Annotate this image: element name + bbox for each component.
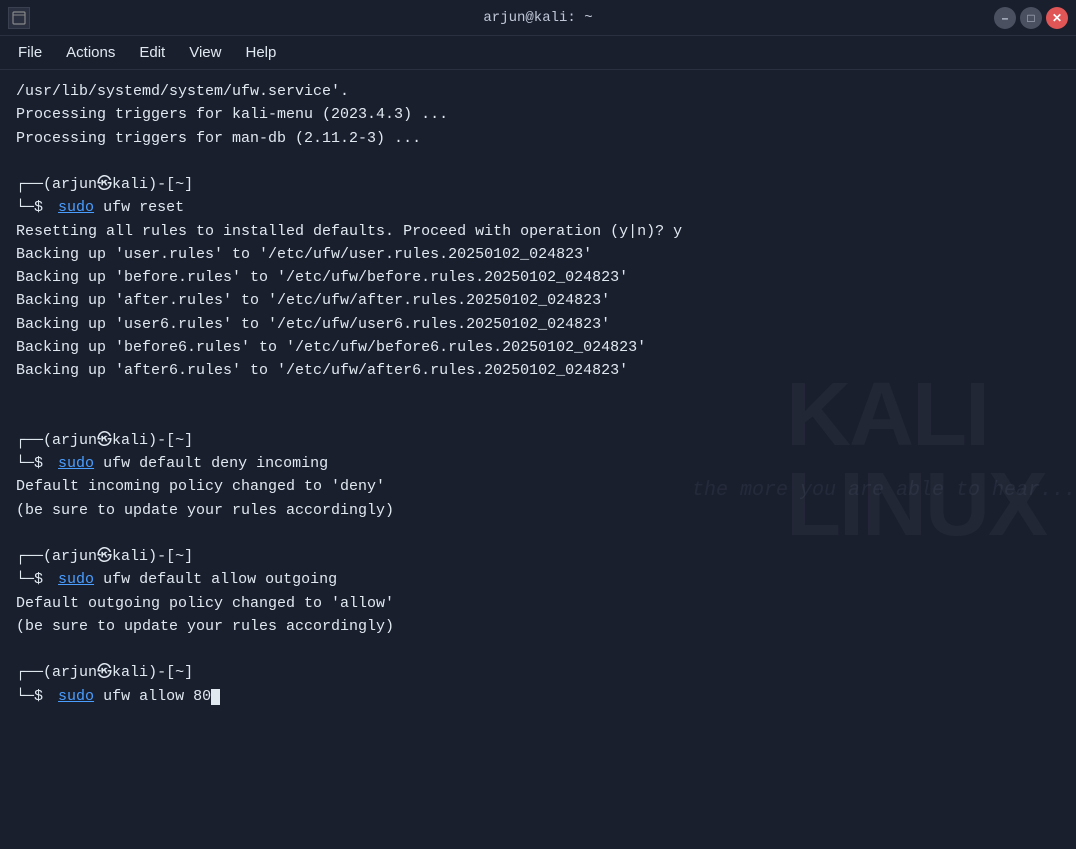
menu-actions[interactable]: Actions — [56, 40, 125, 65]
output-line: Backing up 'user.rules' to '/etc/ufw/use… — [16, 243, 1060, 266]
maximize-button[interactable]: □ — [1020, 7, 1042, 29]
empty-line — [16, 522, 1060, 545]
menu-edit[interactable]: Edit — [129, 40, 175, 65]
prompt-block: ┌──(arjun㉿kali)-[~] └─$ sudo ufw default… — [16, 545, 1060, 592]
terminal-window-icon — [8, 7, 30, 29]
output-line: Default incoming policy changed to 'deny… — [16, 475, 1060, 498]
prompt-command: └─$ sudo ufw reset — [16, 196, 1060, 219]
prompt-header: ┌──(arjun㉿kali)-[~] — [16, 173, 1060, 196]
menu-view[interactable]: View — [179, 40, 231, 65]
output-line: Default outgoing policy changed to 'allo… — [16, 592, 1060, 615]
menu-bar: File Actions Edit View Help — [0, 36, 1076, 70]
prompt-header: ┌──(arjun㉿kali)-[~] — [16, 429, 1060, 452]
output-line: Backing up 'before6.rules' to '/etc/ufw/… — [16, 336, 1060, 359]
output-line: Resetting all rules to installed default… — [16, 220, 1060, 243]
output-line: Processing triggers for man-db (2.11.2-3… — [16, 127, 1060, 150]
terminal-output[interactable]: KALILINUX the more you are able to hear.… — [0, 70, 1076, 849]
prompt-block-active: ┌──(arjun㉿kali)-[~] └─$ sudo ufw allow 8… — [16, 661, 1060, 708]
menu-file[interactable]: File — [8, 40, 52, 65]
close-button[interactable]: ✕ — [1046, 7, 1068, 29]
window-title: arjun@kali: ~ — [483, 10, 592, 26]
output-line: Backing up 'after.rules' to '/etc/ufw/af… — [16, 289, 1060, 312]
output-line: (be sure to update your rules accordingl… — [16, 499, 1060, 522]
window-controls: – □ ✕ — [994, 7, 1068, 29]
prompt-block: ┌──(arjun㉿kali)-[~] └─$ sudo ufw default… — [16, 429, 1060, 476]
prompt-block: ┌──(arjun㉿kali)-[~] └─$ sudo ufw reset — [16, 173, 1060, 220]
output-line: Backing up 'before.rules' to '/etc/ufw/b… — [16, 266, 1060, 289]
prompt-header: ┌──(arjun㉿kali)-[~] — [16, 661, 1060, 684]
output-line: Backing up 'user6.rules' to '/etc/ufw/us… — [16, 313, 1060, 336]
output-line: (be sure to update your rules accordingl… — [16, 615, 1060, 638]
menu-help[interactable]: Help — [235, 40, 286, 65]
empty-line — [16, 150, 1060, 173]
title-bar: arjun@kali: ~ – □ ✕ — [0, 0, 1076, 36]
output-line: Processing triggers for kali-menu (2023.… — [16, 103, 1060, 126]
output-line: /usr/lib/systemd/system/ufw.service'. — [16, 80, 1060, 103]
prompt-header: ┌──(arjun㉿kali)-[~] — [16, 545, 1060, 568]
minimize-button[interactable]: – — [994, 7, 1016, 29]
empty-line — [16, 382, 1060, 405]
empty-line — [16, 638, 1060, 661]
terminal-cursor — [211, 689, 220, 705]
prompt-command: └─$ sudo ufw default deny incoming — [16, 452, 1060, 475]
empty-line — [16, 406, 1060, 429]
prompt-command-active[interactable]: └─$ sudo ufw allow 80 — [16, 685, 1060, 708]
prompt-command: └─$ sudo ufw default allow outgoing — [16, 568, 1060, 591]
output-line: Backing up 'after6.rules' to '/etc/ufw/a… — [16, 359, 1060, 382]
